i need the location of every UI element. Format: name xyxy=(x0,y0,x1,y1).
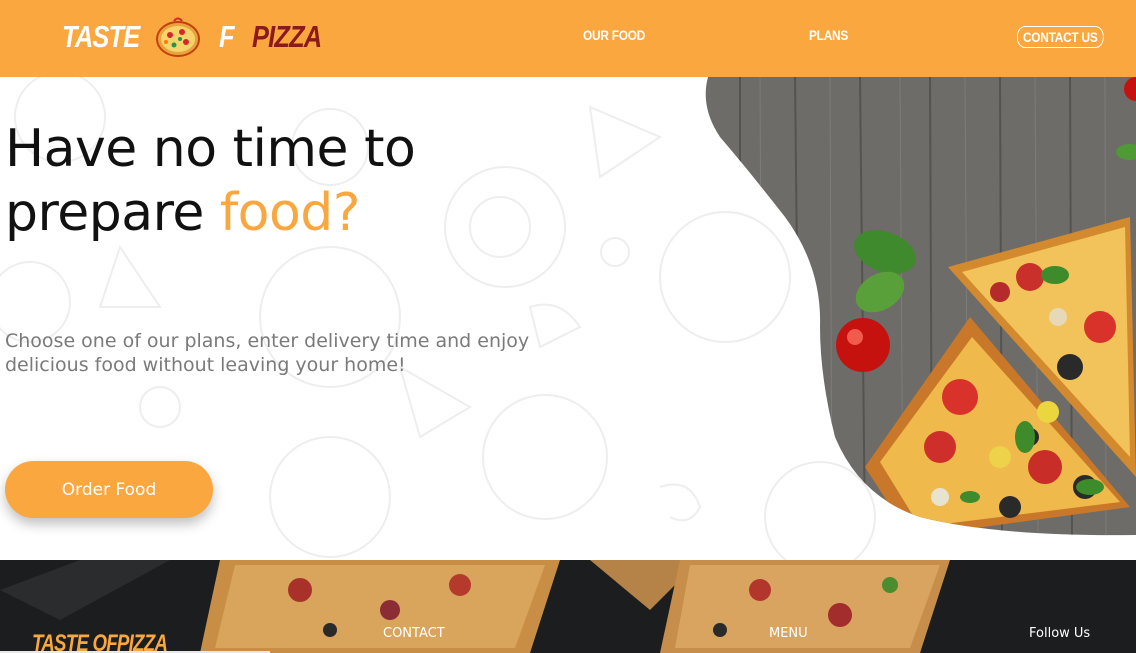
logo-text-pizza: PIZZA xyxy=(252,19,322,54)
brand-logo[interactable]: TASTE F PIZZA xyxy=(62,12,322,62)
site-footer: TASTE OFPIZZA CONTACT MENU Follow Us xyxy=(0,560,1136,653)
footer-menu-heading: MENU xyxy=(769,626,808,641)
order-food-button[interactable]: Order Food xyxy=(5,461,213,518)
logo-text-f: F xyxy=(219,19,235,54)
nav-our-food[interactable]: OUR FOOD xyxy=(583,27,645,43)
hero-heading: Have no time to prepare food? xyxy=(5,117,416,245)
hero-pizza-image xyxy=(705,77,1136,536)
nav-contact-us-button[interactable]: CONTACT US xyxy=(1017,26,1104,48)
hero-heading-line2: prepare xyxy=(5,183,220,243)
hero-subtitle: Choose one of our plans, enter delivery … xyxy=(5,330,530,376)
footer-follow-us-heading: Follow Us xyxy=(1029,626,1091,641)
hero-heading-accent: food? xyxy=(219,183,361,243)
footer-contact-heading: CONTACT xyxy=(383,626,445,641)
pizza-logo-icon xyxy=(156,17,200,57)
hero-heading-line1: Have no time to xyxy=(5,119,416,179)
footer-pizza-background xyxy=(0,560,1136,653)
logo-text-taste: TASTE xyxy=(62,19,140,54)
top-navbar: TASTE F PIZZA OUR FOOD PLANS CONTACT US xyxy=(0,0,1136,77)
footer-logo[interactable]: TASTE OFPIZZA xyxy=(32,630,168,653)
nav-plans[interactable]: PLANS xyxy=(809,27,848,43)
